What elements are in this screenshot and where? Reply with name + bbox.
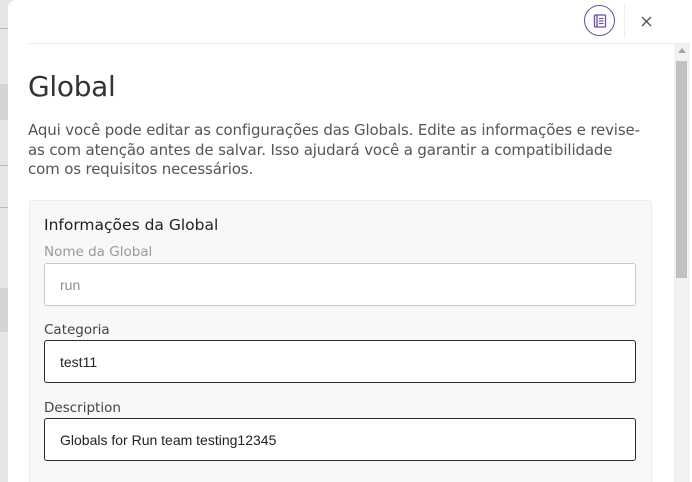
close-button[interactable]: [636, 10, 656, 32]
modal-header: [8, 0, 692, 44]
backdrop-panel: [0, 288, 8, 332]
vertical-scrollbar[interactable]: [674, 44, 690, 482]
backdrop-panel: [0, 84, 8, 120]
category-input[interactable]: [44, 340, 636, 383]
backdrop-divider: [0, 28, 8, 29]
category-label: Categoria: [44, 322, 110, 338]
backdrop-divider: [0, 165, 8, 166]
scrollbar-thumb[interactable]: [676, 61, 687, 278]
document-list-icon: [593, 13, 606, 28]
page-description: Aqui você pode editar as configurações d…: [28, 121, 640, 178]
description-input[interactable]: [44, 418, 636, 461]
page-title: Global: [28, 70, 116, 103]
backdrop-divider: [0, 207, 8, 208]
card-title: Informações da Global: [44, 216, 219, 234]
global-name-input[interactable]: [44, 263, 636, 306]
scroll-up-arrow-icon[interactable]: [678, 48, 686, 53]
global-info-card: Informações da Global Nome da Global Cat…: [29, 200, 652, 482]
modal-content: Global Aqui você pode editar as configur…: [8, 44, 674, 482]
documentation-button[interactable]: [584, 5, 615, 36]
global-name-label: Nome da Global: [44, 244, 153, 260]
header-separator: [624, 4, 625, 38]
description-label: Description: [44, 400, 121, 416]
edit-global-modal: Global Aqui você pode editar as configur…: [8, 0, 692, 482]
close-x-icon: [641, 16, 651, 26]
